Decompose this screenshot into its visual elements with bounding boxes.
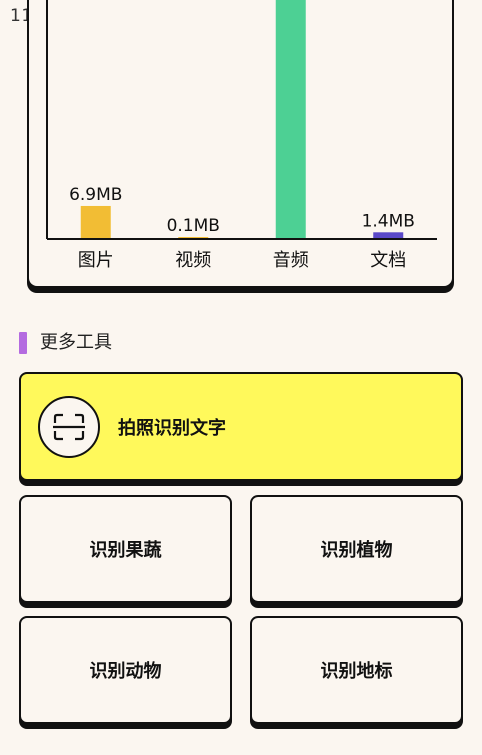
category-label-1: 视频 bbox=[175, 250, 211, 271]
photo-ocr-label: 拍照识别文字 bbox=[118, 417, 226, 439]
scan-icon bbox=[53, 413, 85, 440]
identify-fruit-veg-button[interactable]: 识别果蔬 bbox=[19, 495, 232, 603]
identify-plant-label: 识别植物 bbox=[320, 540, 393, 561]
category-label-0: 图片 bbox=[78, 250, 114, 271]
identify-animal-button[interactable]: 识别动物 bbox=[19, 616, 232, 724]
bar-value-label-3: 1.4MB bbox=[362, 211, 415, 231]
category-label-2: 音频 bbox=[273, 250, 309, 271]
bar-value-label-1: 0.1MB bbox=[167, 216, 220, 236]
bar-0 bbox=[80, 205, 111, 239]
section-title: 更多工具 bbox=[40, 332, 112, 353]
section-accent-bar bbox=[19, 332, 27, 354]
storage-chart-card: 6.9MB 图片 0.1MB 视频 音频 1.4MB 文档 bbox=[27, 0, 454, 288]
bar-2 bbox=[275, 0, 306, 239]
identify-landmark-button[interactable]: 识别地标 bbox=[250, 616, 463, 724]
identify-animal-label: 识别动物 bbox=[89, 661, 162, 682]
category-label-3: 文档 bbox=[370, 250, 406, 271]
identify-landmark-label: 识别地标 bbox=[320, 661, 393, 682]
photo-ocr-button[interactable]: 拍照识别文字 bbox=[19, 372, 463, 481]
bar-value-label-0: 6.9MB bbox=[69, 185, 122, 205]
scan-icon-circle bbox=[38, 395, 100, 458]
bar-3 bbox=[373, 232, 404, 239]
storage-bar-chart: 6.9MB 图片 0.1MB 视频 音频 1.4MB 文档 bbox=[46, 0, 437, 271]
identify-fruit-veg-label: 识别果蔬 bbox=[89, 540, 162, 561]
identify-plant-button[interactable]: 识别植物 bbox=[250, 495, 463, 603]
